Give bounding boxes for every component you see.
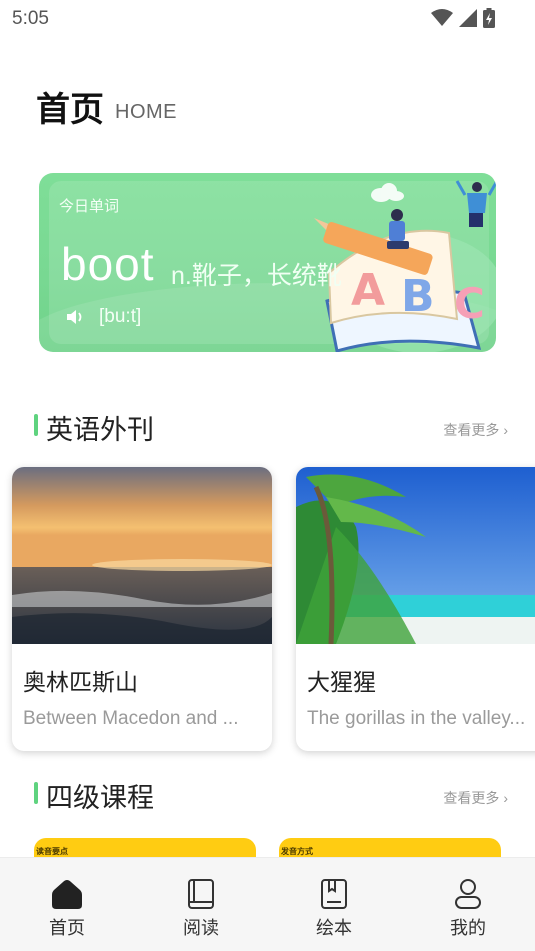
bottom-navigation: 首页 阅读 绘本 我的 — [0, 857, 535, 951]
nav-label-picture-book: 绘本 — [316, 918, 352, 938]
battery-icon — [483, 8, 495, 28]
illustration-letter-a: A — [351, 265, 385, 316]
course-card-label: 发音方式 — [281, 847, 313, 856]
section-accent-bar — [34, 782, 38, 804]
chevron-right-icon: › — [503, 790, 508, 806]
book-icon — [188, 879, 214, 909]
nav-item-picture-book[interactable]: 绘本 — [294, 858, 374, 951]
nav-item-reading[interactable]: 阅读 — [161, 858, 241, 951]
tropical-beach-image — [296, 467, 535, 644]
wifi-icon — [431, 9, 453, 26]
nav-label-reading: 阅读 — [183, 918, 219, 938]
magazine-title: 大猩猩 — [307, 669, 376, 695]
illustration-letter-b: B — [401, 271, 435, 322]
speaker-icon[interactable] — [65, 307, 87, 327]
chevron-right-icon: › — [503, 422, 508, 438]
course-card-label: 读音要点 — [36, 847, 68, 856]
home-icon — [52, 880, 82, 909]
magazine-card[interactable]: 奥林匹斯山 Between Macedon and ... — [12, 467, 272, 751]
section-title-course: 四级课程 — [46, 783, 154, 813]
signal-icon — [459, 9, 477, 27]
word-label: 今日单词 — [59, 198, 120, 215]
nav-label-profile: 我的 — [450, 918, 486, 938]
section-magazine-header: 英语外刊 查看更多 › — [0, 410, 535, 446]
nav-label-home: 首页 — [49, 918, 85, 938]
section-course-header: 四级课程 查看更多 › — [0, 778, 535, 814]
status-icons — [431, 8, 495, 28]
sunset-sea-image — [12, 467, 272, 644]
magazine-description: The gorillas in the valley... — [307, 708, 526, 729]
magazine-more-link[interactable]: 查看更多 › — [443, 420, 508, 440]
section-accent-bar — [34, 414, 38, 436]
course-more-link[interactable]: 查看更多 › — [443, 788, 508, 808]
page-title: 首页 — [36, 91, 104, 129]
user-icon — [455, 879, 481, 909]
word-text: boot — [61, 238, 155, 290]
word-meaning: n.靴子，长统靴 — [171, 262, 342, 290]
page-subtitle: HOME — [115, 101, 177, 123]
more-link-label: 查看更多 — [443, 422, 500, 438]
section-title-magazine: 英语外刊 — [46, 415, 154, 445]
picture-book-icon — [321, 879, 347, 909]
more-link-label: 查看更多 — [443, 790, 500, 806]
nav-item-profile[interactable]: 我的 — [428, 858, 508, 951]
nav-item-home[interactable]: 首页 — [27, 858, 107, 951]
status-bar: 5:05 — [0, 0, 535, 36]
word-phonetic: [bu:t] — [99, 306, 142, 327]
illustration-letter-c: C — [454, 279, 485, 328]
status-time: 5:05 — [12, 8, 49, 29]
magazine-title: 奥林匹斯山 — [23, 669, 138, 695]
magazine-description: Between Macedon and ... — [23, 708, 239, 729]
magazine-card[interactable]: 大猩猩 The gorillas in the valley... — [296, 467, 535, 751]
word-of-day-card[interactable]: 今日单词 boot A B C n.靴子，长统靴 [bu:t] — [39, 173, 496, 352]
